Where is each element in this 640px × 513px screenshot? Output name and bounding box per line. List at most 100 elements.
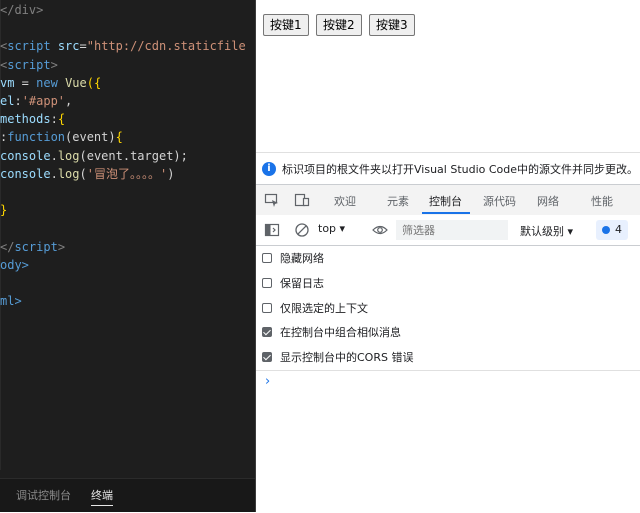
code-token: , xyxy=(65,94,73,108)
tab-welcome[interactable]: 欢迎 xyxy=(334,193,356,209)
setting-show-cors-errors[interactable]: 显示控制台中的CORS 错误 xyxy=(262,349,413,367)
chevron-down-icon: ▾ xyxy=(339,222,346,235)
setting-preserve-log[interactable]: 保留日志 xyxy=(262,275,324,293)
code-token: </ xyxy=(0,239,15,254)
code-token: console xyxy=(0,148,51,163)
code-token: script xyxy=(7,39,51,54)
code-token: log xyxy=(57,166,80,181)
code-token: ) xyxy=(167,166,175,181)
button-2[interactable]: 按键2 xyxy=(316,14,362,36)
info-bar: i 标识项目的根文件夹以打开Visual Studio Code中的源文件并同步… xyxy=(256,152,640,185)
console-toolbar: top ▾ 默认级别 ▾ 4 xyxy=(256,215,640,246)
code-line[interactable]: ml> xyxy=(0,292,22,310)
code-token: { xyxy=(57,112,66,127)
info-bar-text[interactable]: 标识项目的根文件夹以打开Visual Studio Code中的源文件并同步更改… xyxy=(282,161,638,177)
setting-label: 在控制台中组合相似消息 xyxy=(280,326,401,339)
code-token: = xyxy=(79,39,87,54)
issues-icon xyxy=(602,226,610,234)
code-line[interactable]: vm = new Vue({ xyxy=(0,74,101,92)
code-line[interactable]: </div> xyxy=(0,1,43,19)
tab-console[interactable]: 控制台 xyxy=(429,193,462,209)
browser-preview: 按键1 按键2 按键3 i 标识项目的根文件夹以打开Visual Studio … xyxy=(256,0,640,513)
setting-hide-network[interactable]: 隐藏网络 xyxy=(262,250,324,268)
code-token: function xyxy=(7,130,66,145)
setting-label: 显示控制台中的CORS 错误 xyxy=(280,351,414,364)
code-token: '#app' xyxy=(21,94,66,108)
code-line[interactable]: </script> xyxy=(0,238,65,256)
code-token: } xyxy=(0,203,8,218)
code-token: ml> xyxy=(0,294,22,309)
code-token: el xyxy=(0,94,15,108)
code-line[interactable]: <script src="http://cdn.staticfile xyxy=(0,37,246,55)
code-token: ( xyxy=(79,166,87,181)
code-line[interactable]: <script> xyxy=(0,56,58,74)
bottom-panel: 调试控制台 终端 xyxy=(0,478,255,512)
active-tab-indicator xyxy=(422,212,470,214)
tab-terminal[interactable]: 终端 xyxy=(91,487,113,506)
code-token: > xyxy=(57,239,66,254)
setting-label: 保留日志 xyxy=(280,277,324,290)
console-output[interactable]: › xyxy=(256,370,640,513)
code-token: </div> xyxy=(0,3,44,17)
clear-console-icon[interactable] xyxy=(294,222,310,238)
code-line[interactable]: ody> xyxy=(0,256,29,274)
tab-sources[interactable]: 源代码 xyxy=(483,193,516,209)
console-prompt-icon[interactable]: › xyxy=(265,374,270,389)
setting-label: 隐藏网络 xyxy=(280,252,324,265)
code-token: : xyxy=(14,94,22,108)
button-3[interactable]: 按键3 xyxy=(369,14,415,36)
tab-elements[interactable]: 元素 xyxy=(387,193,409,209)
button-1[interactable]: 按键1 xyxy=(263,14,309,36)
tab-debug-console[interactable]: 调试控制台 xyxy=(16,487,71,503)
devtools-tab-bar: 欢迎 元素 控制台 源代码 网络 性能 xyxy=(256,184,640,216)
setting-label: 仅限选定的上下文 xyxy=(280,302,368,315)
tab-network[interactable]: 网络 xyxy=(537,193,559,209)
code-token: methods xyxy=(0,112,51,127)
code-token: console xyxy=(0,166,51,181)
code-line[interactable]: el:'#app', xyxy=(0,92,72,110)
page-content: 按键1 按键2 按键3 xyxy=(256,0,640,152)
issues-badge[interactable]: 4 xyxy=(596,220,628,240)
code-line[interactable]: console.log(event.target); xyxy=(0,147,188,165)
code-token: (event) xyxy=(65,130,116,145)
checkbox-checked[interactable] xyxy=(262,352,272,362)
inspect-element-icon[interactable] xyxy=(264,192,280,208)
code-editor[interactable]: </div> <script src="http://cdn.staticfile… xyxy=(0,0,255,512)
code-token: ody> xyxy=(0,257,29,272)
setting-group-similar[interactable]: 在控制台中组合相似消息 xyxy=(262,324,401,342)
code-token: . xyxy=(50,166,58,181)
code-token: vm xyxy=(0,75,15,90)
code-token: script xyxy=(14,239,58,254)
code-token: = xyxy=(14,75,37,90)
code-token: log xyxy=(57,148,80,163)
context-select-value: top xyxy=(318,222,337,235)
code-token: Vue xyxy=(65,75,87,90)
code-token: . xyxy=(50,148,58,163)
checkbox[interactable] xyxy=(262,303,272,313)
code-token: new xyxy=(36,75,58,90)
log-level-select[interactable]: 默认级别 ▾ xyxy=(520,223,573,239)
code-token: : xyxy=(50,112,58,127)
setting-selected-context-only[interactable]: 仅限选定的上下文 xyxy=(262,300,368,318)
code-line[interactable]: methods:{ xyxy=(0,110,65,128)
checkbox[interactable] xyxy=(262,253,272,263)
code-token: '冒泡了。。。。' xyxy=(86,166,168,181)
code-token: { xyxy=(115,130,123,145)
checkbox[interactable] xyxy=(262,278,272,288)
tab-performance[interactable]: 性能 xyxy=(591,193,613,209)
log-level-value: 默认级别 xyxy=(520,225,564,238)
context-select[interactable]: top ▾ xyxy=(318,222,345,235)
code-line[interactable]: :function(event){ xyxy=(0,128,123,146)
code-token: "http://cdn.staticfile xyxy=(86,39,246,54)
code-token: (event.target); xyxy=(79,148,188,163)
sidebar-toggle-icon[interactable] xyxy=(264,222,280,238)
filter-input[interactable] xyxy=(396,220,508,240)
live-expression-eye-icon[interactable] xyxy=(372,222,388,238)
checkbox-checked[interactable] xyxy=(262,327,272,337)
device-toolbar-icon[interactable] xyxy=(294,192,310,208)
code-line[interactable]: } xyxy=(0,201,7,219)
code-token: script xyxy=(7,57,51,72)
code-token: src xyxy=(57,39,80,54)
code-line[interactable]: console.log('冒泡了。。。。') xyxy=(0,165,174,183)
